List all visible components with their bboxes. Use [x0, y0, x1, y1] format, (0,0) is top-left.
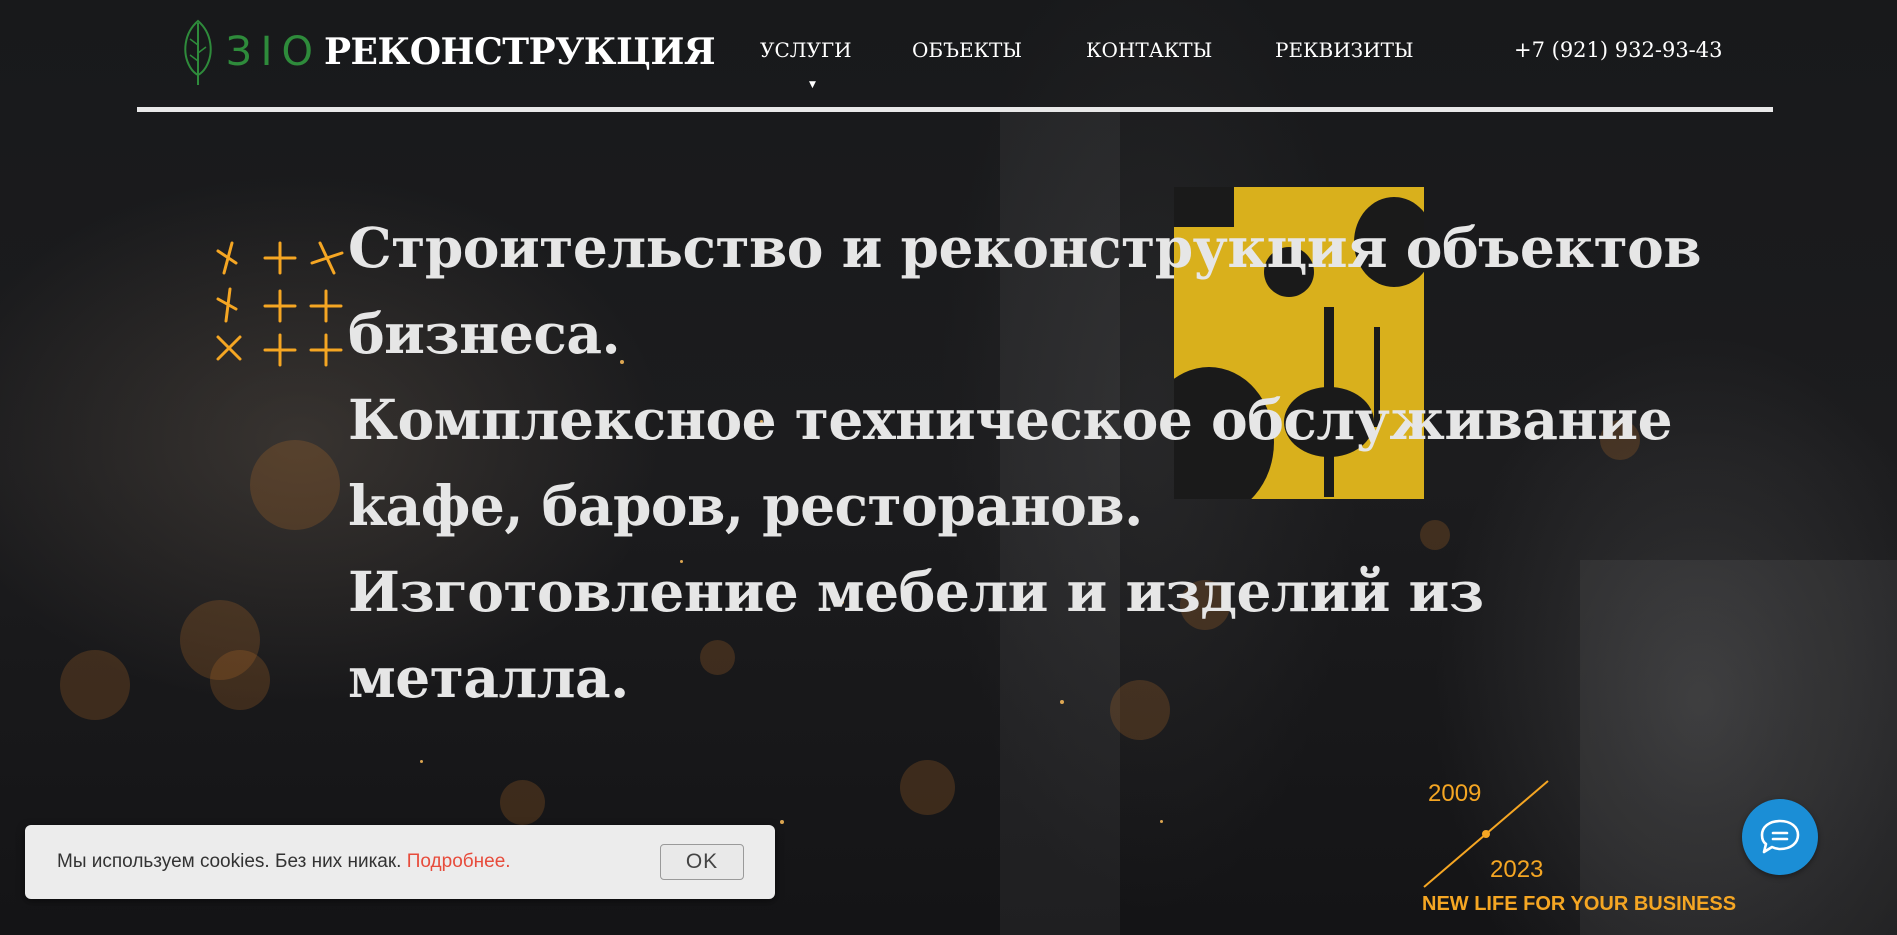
- site-logo[interactable]: ЗIО РЕКОНСТРУКЦИЯ: [178, 14, 716, 90]
- hero-line: Изготовление мебели и изделий из: [348, 559, 1484, 624]
- logo-bio-text: ЗIО: [226, 29, 322, 75]
- crosses-decoration-icon: [216, 241, 344, 367]
- timeline-slogan: NEW LIFE FOR YOUR BUSINESS: [1422, 893, 1737, 915]
- bokeh-light: [500, 780, 545, 825]
- bokeh-light: [60, 650, 130, 720]
- cookie-text: Мы используем cookies. Без них никак.: [57, 851, 407, 872]
- header-divider: [137, 107, 1773, 112]
- chat-button[interactable]: [1742, 799, 1818, 875]
- hero-line: kафе, баров, ресторанов.: [348, 473, 1143, 538]
- nav-item-services[interactable]: УСЛУГИ: [760, 38, 852, 62]
- hero-line: бизнеса.: [348, 301, 621, 366]
- bokeh-light: [210, 650, 270, 710]
- leaf-icon: [184, 19, 212, 85]
- cookie-more-link[interactable]: Подробнее.: [407, 851, 511, 872]
- cookie-banner: Мы используем cookies. Без них никак. По…: [25, 825, 775, 899]
- nav-item-requisites[interactable]: РЕКВИЗИТЫ: [1275, 38, 1414, 62]
- chat-bubble-icon: [1760, 819, 1800, 854]
- cookie-message: Мы используем cookies. Без них никак. По…: [57, 851, 511, 873]
- nav-item-contacts[interactable]: КОНТАКТЫ: [1086, 38, 1212, 62]
- phone-link[interactable]: +7 (921) 932-93-43: [1514, 38, 1723, 62]
- hero-line: металла.: [348, 645, 629, 710]
- spark: [780, 820, 784, 824]
- hero-line: Строительство и реконструкция объектов: [348, 215, 1702, 280]
- logo-main-text: РЕКОНСТРУКЦИЯ: [323, 31, 716, 73]
- hero-line: Комплексное техническое обслуживание: [348, 387, 1673, 452]
- spark: [1160, 820, 1163, 823]
- hero-heading: Строительство и реконструкция объектов б…: [348, 205, 1728, 721]
- spark: [420, 760, 423, 763]
- timeline-year-end: 2023: [1490, 856, 1544, 883]
- chevron-down-icon[interactable]: ▼: [809, 80, 816, 90]
- bokeh-light: [250, 440, 340, 530]
- nav-item-objects[interactable]: ОБЪЕКТЫ: [912, 38, 1022, 62]
- cookie-ok-button[interactable]: OK: [660, 844, 744, 880]
- bokeh-light: [900, 760, 955, 815]
